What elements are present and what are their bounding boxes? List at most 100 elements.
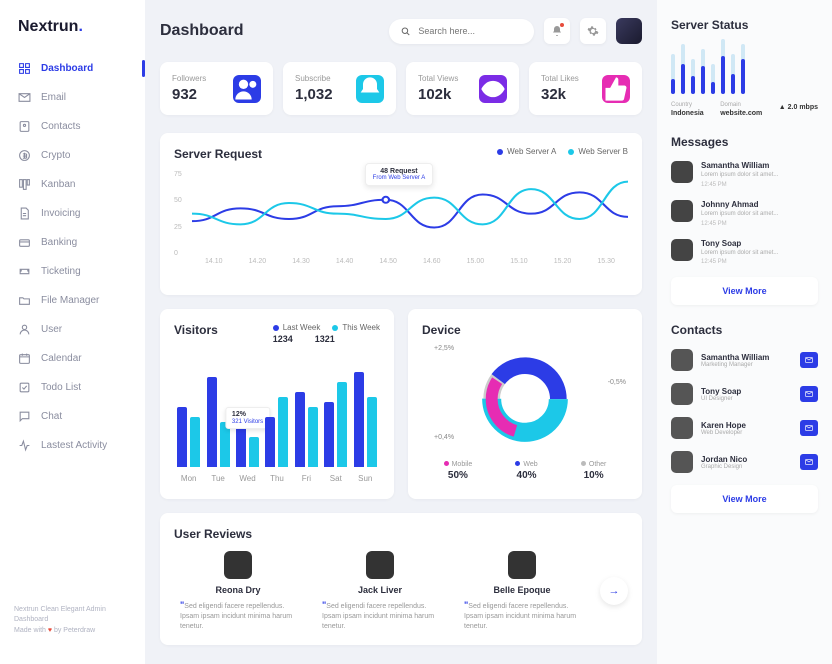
- bar: [177, 407, 187, 467]
- nav-item-crypto[interactable]: Crypto: [0, 141, 145, 170]
- nav-item-ticketing[interactable]: Ticketing: [0, 257, 145, 286]
- reviewer-avatar: [508, 551, 536, 579]
- sidebar: Nextrun. Dashboard Email Contacts Crypto…: [0, 0, 145, 664]
- message-time: 12:45 PM: [701, 221, 778, 227]
- messages-title: Messages: [671, 135, 818, 149]
- bar: [207, 377, 217, 467]
- nav-item-banking[interactable]: Banking: [0, 228, 145, 257]
- notifications-button[interactable]: [544, 18, 570, 44]
- stat-card: Followers932: [160, 62, 273, 115]
- bar: [265, 417, 275, 467]
- server-meta-item: ▲ 2.0 mbps: [779, 102, 818, 117]
- nav-item-activity[interactable]: Lastest Activity: [0, 431, 145, 460]
- message-text: Lorem ipsum dolor sit amet...: [701, 211, 778, 219]
- contact-mail-button[interactable]: [800, 352, 818, 368]
- stat-value: 1,032: [295, 86, 333, 103]
- reviewer-avatar: [224, 551, 252, 579]
- contact-name: Karen Hope: [701, 421, 792, 430]
- message-sender: Samantha William: [701, 161, 778, 170]
- nav-item-dashboard[interactable]: Dashboard: [0, 54, 145, 83]
- message-item[interactable]: Tony SoapLorem ipsum dolor sit amet...12…: [671, 239, 818, 266]
- message-avatar: [671, 239, 693, 261]
- message-avatar: [671, 200, 693, 222]
- server-bar: [671, 54, 675, 94]
- message-time: 12:45 PM: [701, 259, 778, 265]
- thumb-icon: [602, 75, 630, 103]
- next-review-button[interactable]: →: [600, 577, 628, 605]
- nav-label: Todo List: [41, 382, 81, 393]
- contact-item: Karen HopeWeb Developer: [671, 417, 818, 439]
- view-more-contacts-button[interactable]: View More: [671, 485, 818, 513]
- search-input[interactable]: [418, 26, 522, 36]
- contact-mail-button[interactable]: [800, 386, 818, 402]
- server-bar: [681, 44, 685, 94]
- legend: Web Server A Web Server B: [497, 147, 628, 156]
- device-chart: +2,5% -0,5% +0,4%: [422, 349, 628, 449]
- server-bar: [721, 39, 725, 94]
- contact-item: Samantha WilliamMarketing Manager: [671, 349, 818, 371]
- visitors-tooltip: 12%321 Visitors: [225, 407, 270, 429]
- nav-label: Contacts: [41, 121, 80, 132]
- bar-label: Tue: [211, 474, 225, 483]
- bar-label: Sat: [330, 474, 342, 483]
- message-sender: Johnny Ahmad: [701, 200, 778, 209]
- device-legend-item: Other10%: [581, 461, 607, 481]
- server-meta-item: Domainwebsite.com: [720, 102, 762, 117]
- nav-item-user[interactable]: User: [0, 315, 145, 344]
- settings-button[interactable]: [580, 18, 606, 44]
- review-item: Jack Liver Sed eligendi facere repellendu…: [316, 551, 444, 631]
- visitors-card: Visitors Last Week This Week 1234 1321 M…: [160, 309, 394, 499]
- device-legend-item: Web40%: [515, 461, 537, 481]
- contact-avatar: [671, 383, 693, 405]
- review-item: Reona DrySed eligendi facere repellendus…: [174, 551, 302, 631]
- contact-role: Graphic Design: [701, 464, 792, 470]
- message-avatar: [671, 161, 693, 183]
- nav-label: Kanban: [41, 179, 75, 190]
- bar-group: Sun: [354, 372, 377, 467]
- server-status-meta: CountryIndonesia Domainwebsite.com ▲ 2.0 m…: [671, 102, 818, 117]
- nav-item-todo[interactable]: Todo List: [0, 373, 145, 402]
- stats-row: Followers932Subscribe1,032Total Views102…: [160, 62, 642, 115]
- contact-avatar: [671, 349, 693, 371]
- device-legend-item: Mobile50%: [444, 461, 473, 481]
- server-bar: [701, 49, 705, 94]
- stat-card: Total Likes32k: [529, 62, 642, 115]
- search-box[interactable]: [389, 19, 534, 44]
- server-meta-item: CountryIndonesia: [671, 102, 704, 117]
- stat-label: Followers: [172, 74, 206, 83]
- contact-name: Tony Soap: [701, 387, 792, 396]
- nav-item-files[interactable]: File Manager: [0, 286, 145, 315]
- nav-item-kanban[interactable]: Kanban: [0, 170, 145, 199]
- bar-group: Sat: [324, 382, 347, 467]
- contact-role: Web Developer: [701, 430, 792, 436]
- contact-mail-button[interactable]: [800, 454, 818, 470]
- message-text: Lorem ipsum dolor sit amet...: [701, 250, 778, 258]
- stat-card: Subscribe1,032: [283, 62, 396, 115]
- message-item[interactable]: Johnny Ahmad Lorem ipsum dolor sit amet..…: [671, 200, 818, 227]
- contact-role: UI Designer: [701, 396, 792, 402]
- brand-logo: Nextrun.: [0, 18, 145, 54]
- contact-mail-button[interactable]: [800, 420, 818, 436]
- contact-avatar: [671, 451, 693, 473]
- nav-item-email[interactable]: Email: [0, 83, 145, 112]
- review-text: Sed eligendi facere repellendus. Ipsam i…: [322, 599, 438, 631]
- nav-label: Calendar: [41, 353, 82, 364]
- nav-item-chat[interactable]: Chat: [0, 402, 145, 431]
- profile-avatar[interactable]: [616, 18, 642, 44]
- reviewer-name: Belle Epoque: [464, 585, 580, 595]
- bar-group: Mon: [177, 407, 200, 467]
- reviewer-name: Jack Liver: [322, 585, 438, 595]
- message-item[interactable]: Samantha WilliamLorem ipsum dolor sit am…: [671, 161, 818, 188]
- nav-label: User: [41, 324, 62, 335]
- bar: [308, 407, 318, 467]
- topbar: Dashboard: [160, 18, 642, 44]
- search-icon: [401, 26, 410, 37]
- bar: [337, 382, 347, 467]
- nav-item-calendar[interactable]: Calendar: [0, 344, 145, 373]
- bar-label: Mon: [181, 474, 197, 483]
- nav-item-contacts[interactable]: Contacts: [0, 112, 145, 141]
- review-text: Sed eligendi facere repellendus. Ipsam i…: [464, 599, 580, 631]
- stat-value: 102k: [418, 86, 458, 103]
- nav-item-invoicing[interactable]: Invoicing: [0, 199, 145, 228]
- view-more-messages-button[interactable]: View More: [671, 277, 818, 305]
